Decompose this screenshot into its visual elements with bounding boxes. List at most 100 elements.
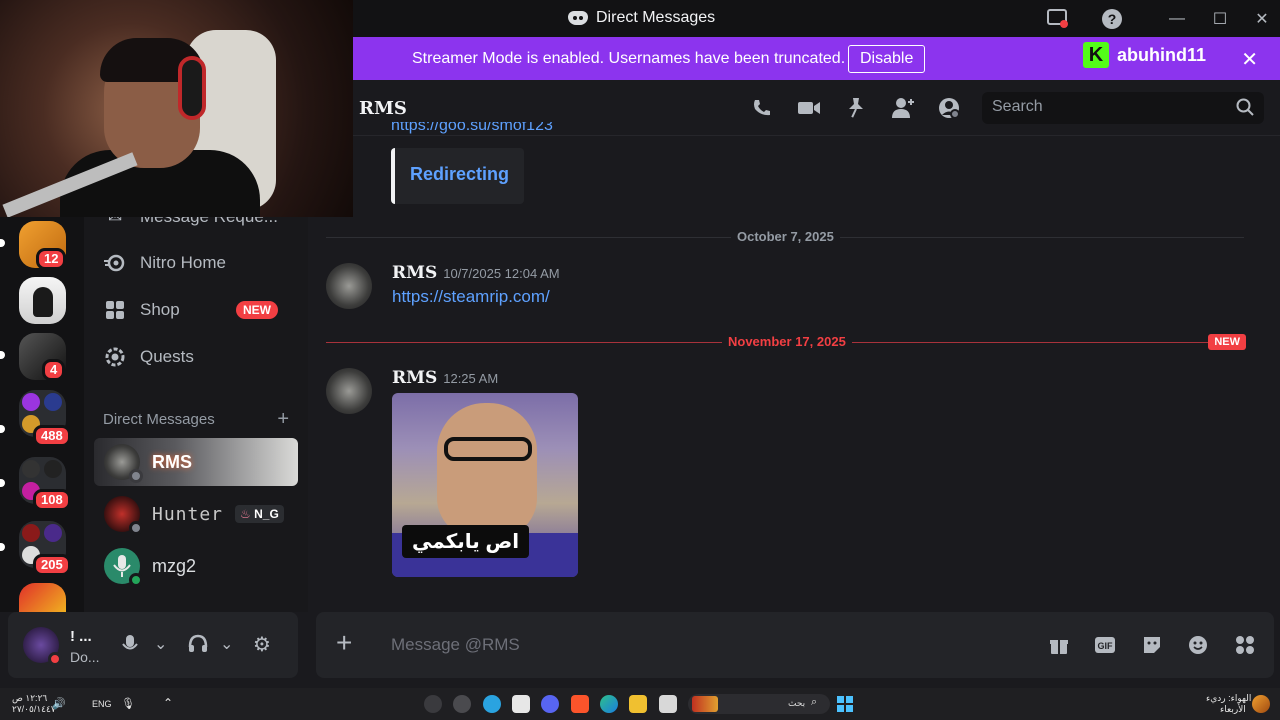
brave-icon[interactable]: [571, 695, 589, 713]
user-profile-icon[interactable]: [937, 96, 961, 120]
message-avatar[interactable]: [326, 368, 372, 414]
voice-call-icon[interactable]: [750, 96, 774, 120]
dm-header-label: Direct Messages: [103, 411, 215, 428]
shop-new-badge: NEW: [236, 301, 278, 319]
user-avatar[interactable]: [23, 627, 62, 666]
server-icon[interactable]: [19, 277, 66, 324]
shop-item[interactable]: Shop NEW: [100, 290, 296, 330]
maximize-icon[interactable]: ☐: [1207, 6, 1233, 32]
settings-gear-icon[interactable]: ⚙: [253, 632, 271, 657]
user-status: Do...: [70, 649, 100, 665]
volume-icon[interactable]: 🔊: [52, 697, 66, 710]
streamer-mode-banner: Streamer Mode is enabled. Usernames have…: [353, 37, 1280, 80]
upload-plus-icon[interactable]: +: [336, 629, 352, 657]
webcam-headset: [178, 56, 206, 120]
disable-streamer-button[interactable]: Disable: [848, 45, 926, 73]
taskbar-app-icon[interactable]: [659, 695, 677, 713]
clock-date: ٢٧/٠٥/١٤٤٧: [12, 704, 56, 714]
minimize-icon[interactable]: —: [1164, 6, 1190, 32]
mic-tray-icon[interactable]: 🎙: [121, 697, 135, 710]
gift-icon[interactable]: [1047, 633, 1071, 657]
channel-sidebar: ✉ Message Reque... Nitro Home Shop NEW Q…: [84, 207, 308, 612]
apps-icon[interactable]: [1233, 633, 1257, 657]
avatar: [104, 444, 143, 483]
close-window-icon[interactable]: ✕: [1249, 6, 1275, 32]
tray-chevron-icon[interactable]: ⌃: [163, 696, 173, 710]
clock-time: ١٢:٢٦ ص: [12, 693, 48, 703]
quests-label: Quests: [140, 347, 194, 366]
mention-badge: 108: [33, 489, 71, 511]
mention-badge: 12: [36, 248, 67, 270]
language-indicator[interactable]: ENG: [92, 699, 112, 709]
message-link[interactable]: https://steamrip.com/: [392, 287, 550, 307]
audio-options-chevron-icon[interactable]: ⌄: [220, 634, 233, 654]
kick-logo-icon: K: [1083, 42, 1109, 68]
chat-area: RMS Search https://goo.su/smof123 Redire…: [308, 80, 1280, 688]
dm-item-hunter[interactable]: Hunter ♨ N_G: [94, 490, 298, 538]
mic-options-chevron-icon[interactable]: ⌄: [154, 634, 167, 654]
taskbar-search[interactable]: بحث ⌕: [688, 694, 830, 714]
kick-username: abuhind11: [1117, 44, 1207, 65]
new-messages-tag: NEW: [1208, 334, 1246, 350]
weather-icon[interactable]: [1252, 695, 1270, 713]
nitro-icon: [104, 252, 126, 274]
cut-off-link[interactable]: https://goo.su/smof123: [391, 122, 553, 138]
discord-taskbar-icon[interactable]: [541, 695, 559, 713]
dm-item-mzg2[interactable]: mzg2: [94, 542, 298, 590]
add-friends-to-dm-icon[interactable]: [891, 96, 915, 120]
taskbar-app-icon[interactable]: [424, 695, 442, 713]
pinned-messages-icon[interactable]: [844, 96, 868, 120]
mic-icon[interactable]: [122, 634, 138, 659]
weather-sublabel: الأربعاء: [1220, 704, 1246, 714]
server-unread-indicator: [0, 479, 5, 487]
server-icon[interactable]: [19, 583, 66, 612]
telegram-icon[interactable]: [483, 695, 501, 713]
gif-icon[interactable]: GIF: [1093, 633, 1117, 657]
kick-overlay: K abuhind11: [1083, 42, 1206, 68]
image-attachment[interactable]: اص يابكمي: [392, 393, 578, 577]
sticker-icon[interactable]: [1140, 633, 1164, 657]
headphones-icon[interactable]: [188, 634, 208, 659]
message-author[interactable]: RMS: [392, 263, 437, 283]
taskbar-app-icon[interactable]: [453, 695, 471, 713]
svg-text:?: ?: [1108, 11, 1117, 27]
server-unread-indicator: [0, 239, 5, 247]
user-panel: ! ... Do... ⌄ ⌄ ⚙: [8, 612, 298, 678]
server-unread-indicator: [0, 425, 5, 433]
message-composer[interactable]: + Message @RMS GIF: [316, 612, 1274, 678]
message-header: RMS 10/7/2025 12:04 AM: [392, 263, 560, 283]
windows-start-icon[interactable]: [837, 696, 853, 712]
mention-badge: 488: [33, 425, 71, 447]
shop-icon: [104, 299, 126, 321]
quests-item[interactable]: Quests: [100, 337, 296, 377]
emoji-icon[interactable]: [1186, 633, 1210, 657]
shop-label: Shop: [140, 300, 180, 319]
window-title: Direct Messages: [568, 9, 715, 27]
streamer-message: Streamer Mode is enabled. Usernames have…: [412, 50, 846, 67]
inbox-icon[interactable]: [1045, 6, 1071, 32]
server-rail: 12 4 488 108 205: [0, 217, 84, 612]
nitro-home-label: Nitro Home: [140, 253, 226, 272]
message-author[interactable]: RMS: [392, 368, 437, 388]
dm-item-rms[interactable]: RMS: [94, 438, 298, 486]
mention-badge: 4: [42, 359, 66, 381]
video-call-icon[interactable]: [797, 96, 821, 120]
message-header: RMS 12:25 AM: [392, 368, 498, 388]
search-input[interactable]: Search: [982, 92, 1264, 124]
user-name: ! ...: [70, 628, 92, 645]
window-title-text: Direct Messages: [596, 9, 716, 26]
quests-icon: [104, 346, 126, 368]
nitro-home-item[interactable]: Nitro Home: [100, 243, 296, 283]
help-icon[interactable]: ?: [1099, 6, 1125, 32]
create-dm-icon[interactable]: +: [277, 409, 289, 429]
dm-name: mzg2: [152, 555, 197, 576]
status-indicator: [129, 469, 143, 483]
taskbar-app-icon[interactable]: [512, 695, 530, 713]
file-explorer-icon[interactable]: [629, 695, 647, 713]
edge-icon[interactable]: [600, 695, 618, 713]
close-banner-icon[interactable]: ✕: [1241, 47, 1258, 72]
embed-title[interactable]: Redirecting: [410, 164, 509, 185]
new-divider-label: November 17, 2025: [722, 334, 852, 349]
message-avatar[interactable]: [326, 263, 372, 309]
recipient-name: RMS: [359, 98, 407, 119]
